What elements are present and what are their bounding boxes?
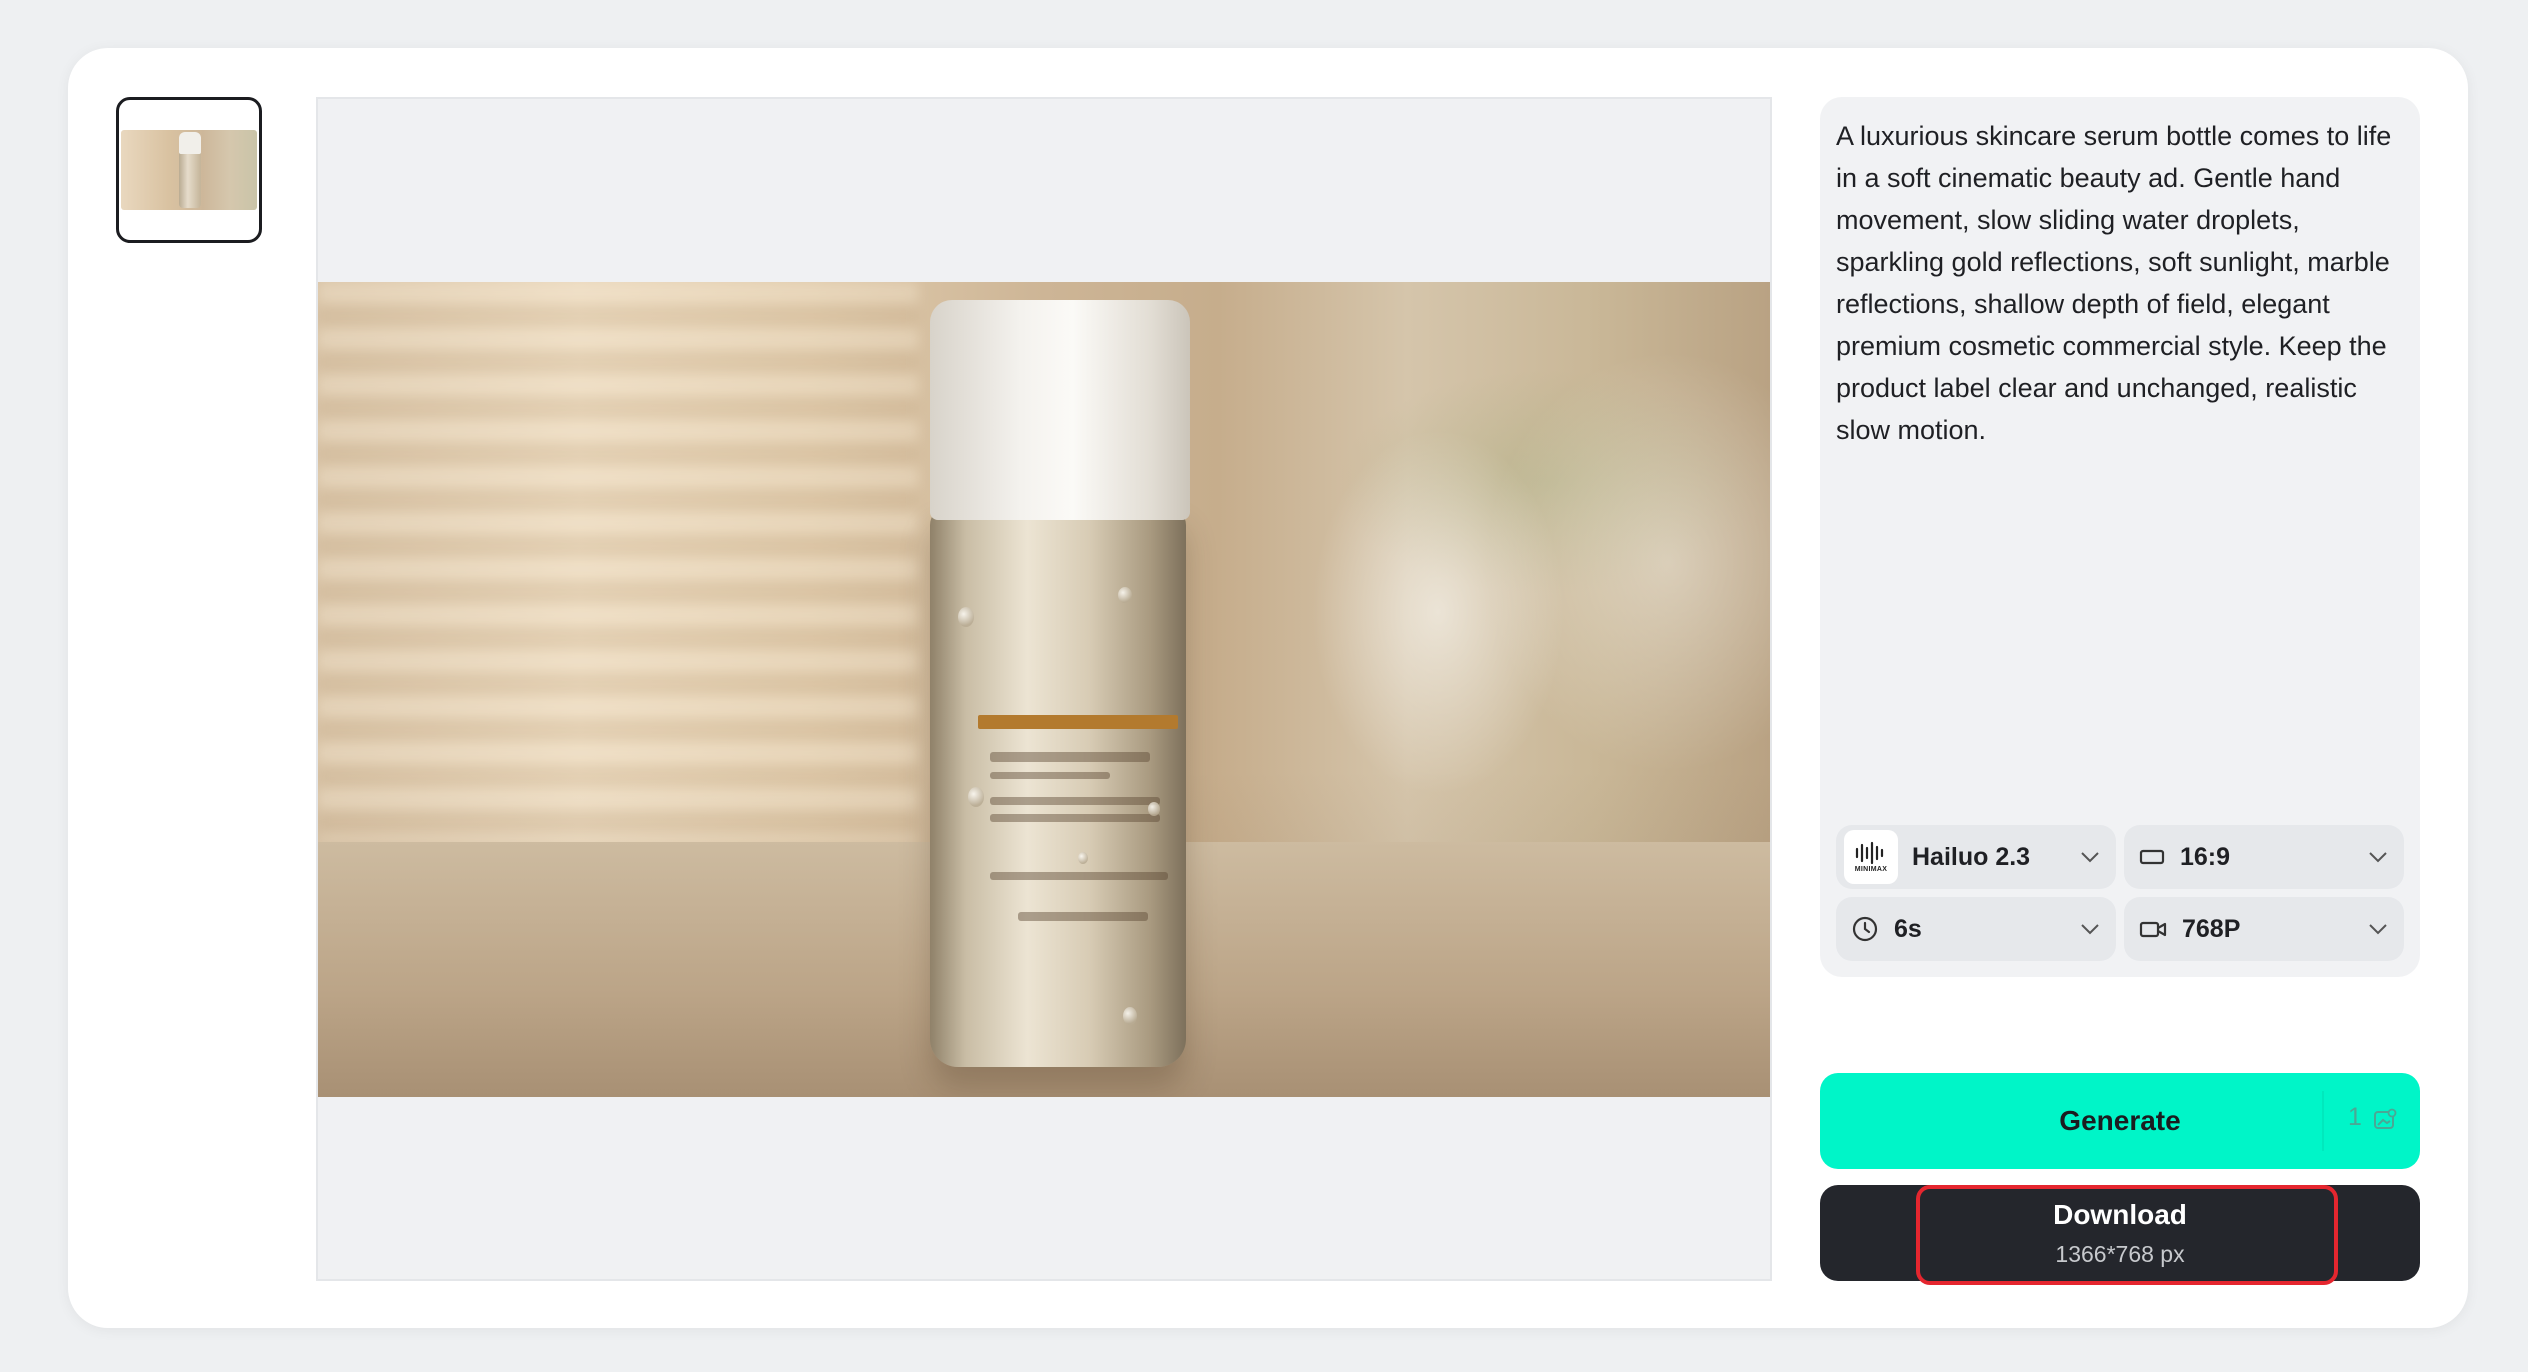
thumbnail-image: [121, 130, 257, 210]
aspect-ratio-label: 16:9: [2180, 842, 2231, 871]
minimax-logo-icon: MINIMAX: [1844, 830, 1898, 884]
credit-count: 1: [2348, 1103, 2362, 1131]
aspect-ratio-select[interactable]: 16:9: [2124, 825, 2404, 889]
video-thumbnail[interactable]: [116, 97, 262, 243]
duration-label: 6s: [1894, 914, 1922, 943]
chevron-down-icon: [2369, 924, 2387, 935]
model-select[interactable]: MINIMAX Hailuo 2.3: [1836, 825, 2116, 889]
video-preview[interactable]: [318, 282, 1770, 1097]
resolution-select[interactable]: 768P: [2124, 897, 2404, 961]
chevron-down-icon: [2081, 924, 2099, 935]
video-camera-icon: [2139, 921, 2167, 938]
aspect-ratio-icon: [2139, 849, 2165, 865]
chevron-down-icon: [2369, 852, 2387, 863]
serum-bottle-image: [930, 507, 1186, 1067]
clock-icon: [1852, 916, 1878, 942]
credit-image-icon: [2374, 1108, 2397, 1129]
generate-label: Generate: [2059, 1105, 2181, 1136]
chevron-down-icon: [2081, 852, 2099, 863]
duration-select[interactable]: 6s: [1836, 897, 2116, 961]
prompt-text[interactable]: A luxurious skincare serum bottle comes …: [1836, 115, 2404, 451]
download-button[interactable]: Download 1366*768 px: [1820, 1185, 2420, 1281]
preview-area: [316, 97, 1772, 1281]
model-label: Hailuo 2.3: [1912, 842, 2031, 871]
download-label: Download: [2053, 1199, 2187, 1230]
generate-button[interactable]: Generate 1: [1820, 1073, 2420, 1169]
resolution-label: 768P: [2182, 914, 2241, 943]
download-size: 1366*768 px: [2055, 1241, 2185, 1267]
